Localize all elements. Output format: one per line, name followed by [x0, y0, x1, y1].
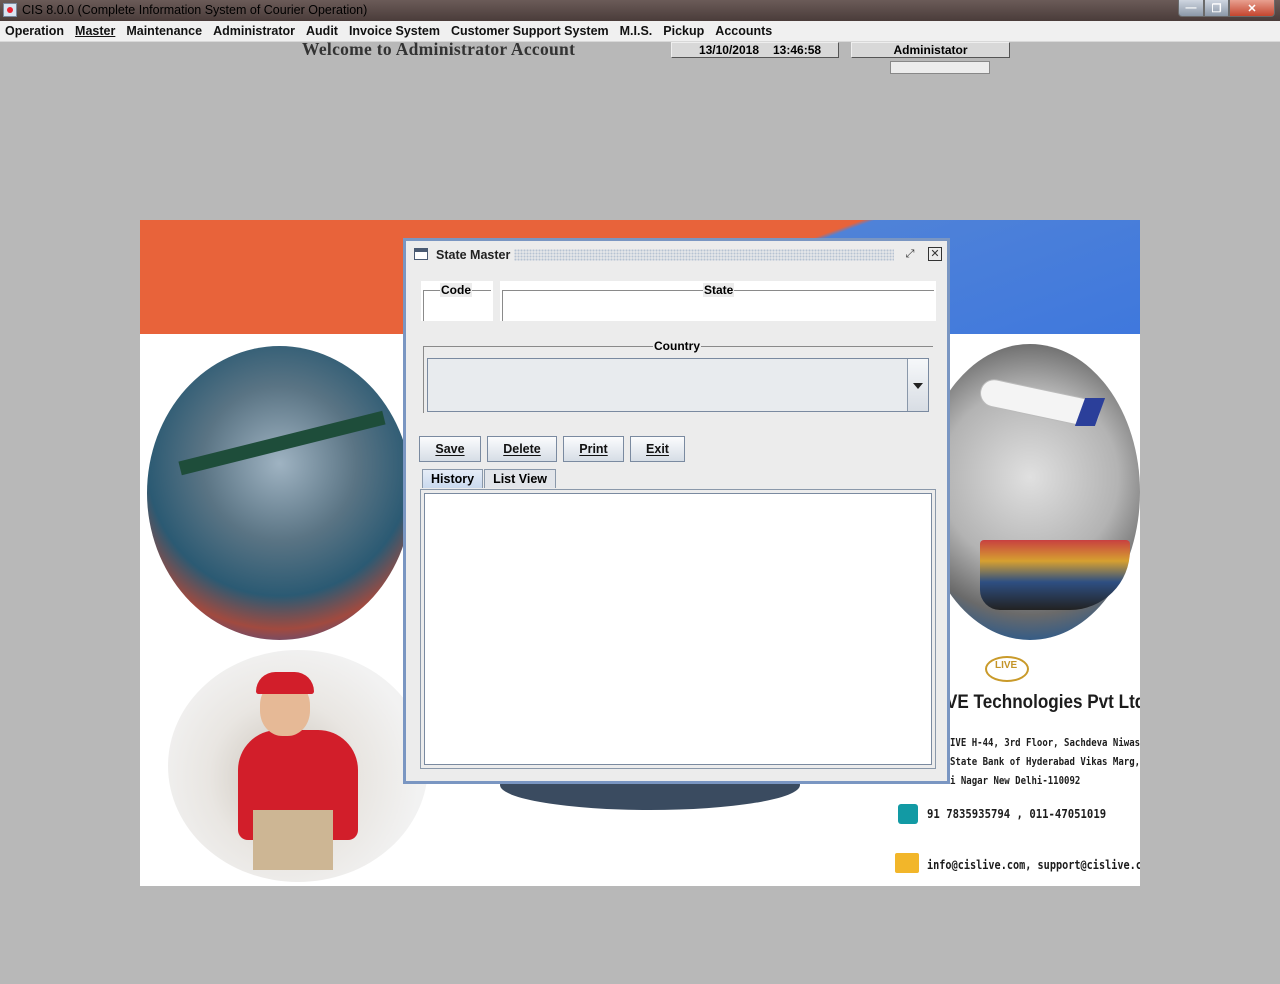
code-field[interactable]: Code [423, 283, 491, 321]
dialog-title: State Master [436, 248, 511, 262]
code-label: Code [440, 283, 472, 297]
dialog-close-icon[interactable]: ✕ [928, 247, 942, 261]
state-panel: State [500, 281, 936, 321]
date-display: 13/10/2018 [698, 43, 759, 57]
cargo-ship-image [980, 540, 1130, 610]
tab-list-view[interactable]: List View [484, 469, 557, 488]
menu-audit[interactable]: Audit [306, 24, 338, 38]
email-addresses: info@cislive.com, support@cislive.com [927, 858, 1140, 872]
exit-button[interactable]: Exit [630, 436, 685, 462]
window-controls: — ❐ ✕ [1178, 0, 1275, 18]
country-group: Country [423, 339, 933, 413]
titlebar-grip [514, 249, 894, 261]
print-button[interactable]: Print [563, 436, 624, 462]
menu-operation[interactable]: Operation [5, 24, 64, 38]
phone-icon [898, 804, 918, 824]
tab-strip: History List View [422, 469, 557, 489]
restore-icon[interactable]: ⤢ [902, 247, 918, 261]
mail-icon [895, 853, 919, 873]
menu-mis[interactable]: M.I.S. [620, 24, 653, 38]
welcome-message: Welcome to Administrator Account [302, 39, 576, 59]
java-app-icon [3, 3, 17, 17]
person-cap [256, 672, 314, 694]
tab-panel [420, 489, 936, 769]
state-master-dialog: State Master ⤢ ✕ Code State Country Save… [403, 238, 950, 784]
time-display: 13:46:58 [773, 43, 822, 57]
menu-master[interactable]: Master [75, 24, 115, 38]
courier-person-image [168, 650, 428, 882]
code-panel: Code [421, 281, 493, 321]
dialog-titlebar[interactable]: State Master ⤢ ✕ [406, 241, 947, 269]
state-field[interactable]: State [502, 283, 934, 321]
menu-customer-support-system[interactable]: Customer Support System [451, 24, 609, 38]
parcel-box [253, 810, 333, 870]
menu-administrator[interactable]: Administrator [213, 24, 295, 38]
phone-numbers: 91 7835935794 , 011-47051019 [927, 806, 1107, 821]
company-logo-text: LIVE [995, 660, 1018, 671]
save-button[interactable]: Save [419, 436, 481, 462]
history-area[interactable] [424, 493, 932, 765]
close-button[interactable]: ✕ [1229, 0, 1275, 17]
company-name: VE Technologies Pvt Ltd [946, 692, 1140, 713]
menu-pickup[interactable]: Pickup [663, 24, 704, 38]
current-user-display: Administator [851, 42, 1010, 58]
maximize-button[interactable]: ❐ [1204, 0, 1229, 17]
status-field [890, 61, 990, 74]
app-titlebar: CIS 8.0.0 (Complete Information System o… [0, 0, 1280, 21]
address-line-2: State Bank of Hyderabad Vikas Marg, [950, 755, 1140, 768]
menu-maintenance[interactable]: Maintenance [126, 24, 202, 38]
address-line-3: i Nagar New Delhi-110092 [950, 774, 1081, 787]
window-icon [414, 248, 428, 260]
minimize-button[interactable]: — [1178, 0, 1204, 17]
datetime-display: 13/10/2018 13:46:58 [671, 42, 839, 58]
menu-invoice-system[interactable]: Invoice System [349, 24, 440, 38]
menu-accounts[interactable]: Accounts [715, 24, 772, 38]
state-label: State [703, 283, 735, 297]
window-title: CIS 8.0.0 (Complete Information System o… [22, 3, 368, 17]
country-select[interactable] [427, 358, 929, 412]
delete-button[interactable]: Delete [487, 436, 557, 462]
chevron-down-icon[interactable] [907, 359, 928, 411]
port-cranes-image [147, 346, 412, 640]
country-label: Country [653, 339, 701, 353]
address-line-1: IVE H-44, 3rd Floor, Sachdeva Niwas [950, 736, 1140, 749]
tab-history[interactable]: History [422, 469, 484, 488]
menubar: Operation Master Maintenance Administrat… [0, 21, 1280, 42]
country-panel: Country [421, 339, 935, 415]
